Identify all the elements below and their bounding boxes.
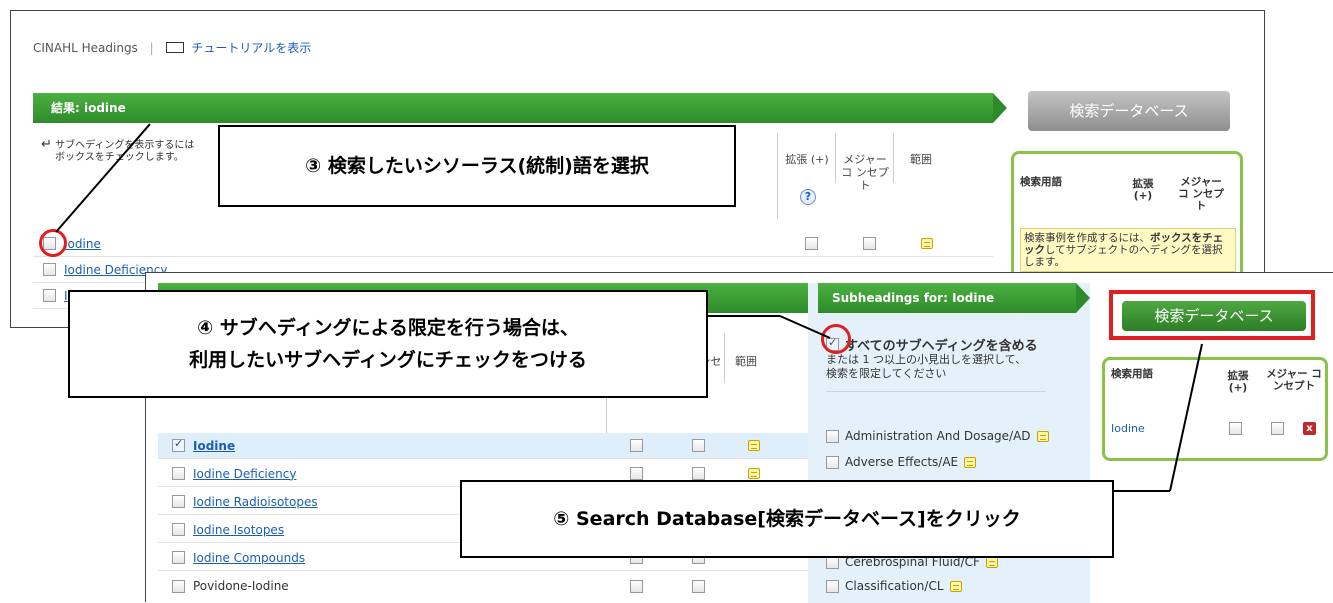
terms-major-header: メジャー コ ンセプト: [1178, 176, 1224, 212]
hint-text: してサブジェクトのヘディングを選択します。: [1024, 244, 1223, 268]
subheading-label: Classification/CL: [845, 579, 944, 593]
col-scope-header: 範囲: [735, 355, 757, 368]
remove-term-icon[interactable]: x: [1303, 422, 1316, 435]
term-major-checkbox[interactable]: [1271, 422, 1284, 435]
subheading-label: Adverse Effects/AE: [845, 455, 959, 469]
subheading-item: Classification/CL: [826, 579, 962, 593]
hint-box: 検索事例を作成するには、ボックスをチェックしてサブジェクトのヘディングを選択しま…: [1020, 228, 1236, 272]
search-terms-box: 検索用語 拡張 (+) メジャー コ ンセプト Iodine x: [1102, 357, 1328, 461]
major-concept-checkbox[interactable]: [863, 237, 876, 250]
col-divider: [777, 133, 778, 219]
table-row-selected: Iodine: [158, 433, 808, 459]
terms-header: 検索用語: [1111, 368, 1153, 380]
heading-text[interactable]: Povidone-Iodine: [193, 579, 289, 593]
heading-link[interactable]: Iodine Deficiency: [193, 467, 296, 481]
subheading-checkbox[interactable]: [826, 429, 839, 443]
col-explode-header: 拡張 (+): [785, 153, 829, 166]
row-checkbox[interactable]: [172, 579, 185, 593]
callout-step-3: ③ 検索したいシソーラス(統制)語を選択: [218, 125, 736, 207]
col-divider: [893, 133, 894, 183]
row-checkbox[interactable]: [43, 263, 56, 276]
major-concept-checkbox[interactable]: [692, 467, 705, 480]
heading-link[interactable]: Iodine Isotopes: [193, 523, 284, 537]
arrow-icon: ↵: [41, 137, 52, 152]
row-checkbox[interactable]: [172, 551, 185, 564]
subheading-checkbox[interactable]: [826, 455, 839, 469]
scope-note-icon[interactable]: [985, 556, 998, 568]
subheading-item: Adverse Effects/AE: [826, 455, 977, 469]
heading-link[interactable]: Iodine Radioisotopes: [193, 495, 318, 509]
explode-checkbox[interactable]: [630, 467, 643, 480]
scope-note-icon[interactable]: [921, 238, 933, 249]
subheading-checkbox[interactable]: [826, 579, 839, 593]
major-concept-checkbox[interactable]: [692, 579, 705, 593]
heading-link[interactable]: I: [64, 289, 68, 303]
terms-major-header: メジャー コ ンセプト: [1266, 368, 1322, 392]
instruction-line-1: サブヘディングを表示するには: [55, 140, 195, 151]
scope-note-icon[interactable]: [1036, 430, 1049, 442]
table-row: Iodine: [33, 231, 993, 257]
include-all-label: すべてのサブヘディングを含める: [845, 339, 1038, 354]
term-explode-checkbox[interactable]: [1229, 422, 1242, 435]
callout-step-4-line-1: ④ サブヘディングによる限定を行う場合は、: [197, 317, 579, 339]
app-title: CINAHL Headings: [33, 41, 138, 55]
results-header: 結果: iodine: [33, 93, 1007, 123]
col-major-header: メジャー コ ンセプト: [841, 153, 889, 192]
divider: |: [149, 41, 154, 55]
callout-step-4: ④ サブヘディングによる限定を行う場合は、 利用したいサブヘディングにチェックを…: [68, 290, 708, 398]
heading-link[interactable]: Iodine: [64, 237, 101, 251]
explode-checkbox[interactable]: [630, 439, 643, 452]
row-checkbox[interactable]: [172, 467, 185, 480]
row-checkbox[interactable]: [172, 437, 185, 452]
callout-step-5: ⑤ Search Database[検索データベース]をクリック: [460, 480, 1114, 558]
row-checkbox[interactable]: [43, 289, 56, 302]
highlight-ring: [39, 229, 67, 257]
scope-note-icon[interactable]: [949, 580, 962, 592]
results-title: 結果: iodine: [51, 101, 126, 115]
terms-header: 検索用語: [1020, 176, 1062, 188]
major-concept-checkbox[interactable]: [692, 439, 705, 452]
subheadings-header: Subheadings for: Iodine: [818, 283, 1090, 313]
explode-checkbox[interactable]: [630, 579, 643, 593]
instruction-line-2: ボックスをチェックします。: [55, 152, 184, 163]
scope-note-icon[interactable]: [748, 468, 760, 479]
instruction-text: ↵ サブヘディングを表示するには ボックスをチェックします。: [41, 137, 195, 164]
highlight-rect: [1109, 290, 1315, 340]
search-terms-box: 検索用語 拡張 (+) メジャー コ ンセプト 検索事例を作成するには、ボックス…: [1011, 151, 1243, 281]
include-all-hint: または 1 つ以上の小見出しを選択して、 検索を限定してください: [826, 353, 1026, 381]
scope-note-icon[interactable]: [964, 456, 977, 468]
tutorial-icon: [165, 42, 184, 53]
selected-term[interactable]: Iodine: [1111, 422, 1145, 435]
hint-line-1: または 1 つ以上の小見出しを選択して、: [826, 353, 1027, 366]
header-bar: CINAHL Headings | チュートリアルを表示: [33, 39, 311, 56]
terms-explode-header: 拡張 (+): [1132, 178, 1154, 202]
heading-link[interactable]: Iodine: [193, 439, 235, 453]
divider: [826, 391, 1046, 392]
highlight-ring: [821, 324, 851, 354]
col-scope-header: 範囲: [910, 153, 932, 166]
subheadings-title: Subheadings for: Iodine: [832, 291, 995, 305]
row-checkbox[interactable]: [172, 523, 185, 536]
hint-line-2: 検索を限定してください: [826, 367, 947, 380]
heading-link[interactable]: Iodine Compounds: [193, 551, 305, 565]
search-database-button[interactable]: 検索データベース: [1028, 91, 1230, 131]
subheading-label: Administration And Dosage/AD: [845, 429, 1031, 443]
terms-explode-header: 拡張 (+): [1227, 370, 1249, 394]
explode-checkbox[interactable]: [805, 237, 818, 250]
subheading-item: Administration And Dosage/AD: [826, 429, 1049, 443]
help-icon[interactable]: ?: [800, 189, 816, 205]
scope-note-icon[interactable]: [748, 440, 760, 451]
col-divider: [835, 133, 836, 183]
callout-step-4-line-2: 利用したいサブヘディングにチェックをつける: [189, 349, 587, 371]
row-checkbox[interactable]: [172, 495, 185, 508]
table-row: Povidone-Iodine: [158, 573, 808, 599]
col-divider: [724, 333, 725, 383]
hint-text: 検索事例を作成するには、: [1024, 232, 1150, 244]
tutorial-link[interactable]: チュートリアルを表示: [191, 41, 311, 55]
include-all-row: すべてのサブヘディングを含める: [826, 335, 1038, 354]
